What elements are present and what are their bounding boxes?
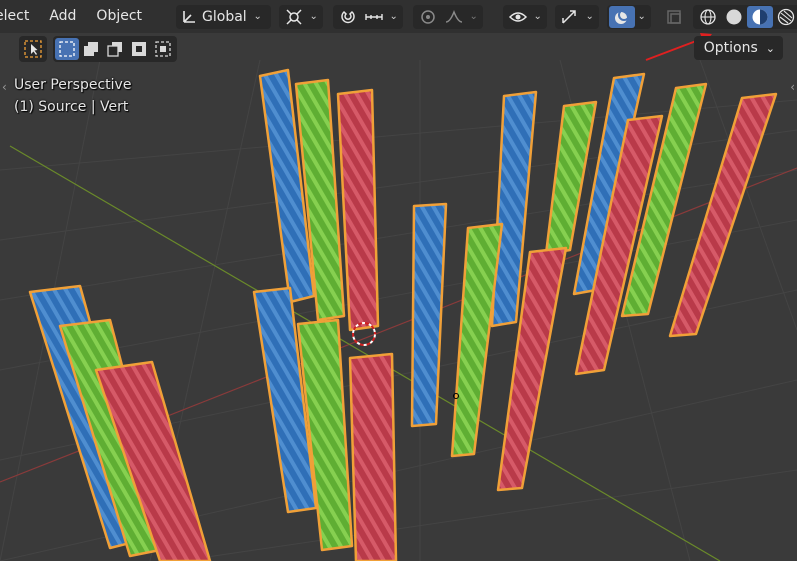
viewport-header: elect Add Object Global ⌄ ⌄ ⌄ ⌄ ⌄ bbox=[0, 0, 797, 33]
chevron-down-icon[interactable]: ⌄ bbox=[467, 6, 481, 28]
overlay-controls: ⌄ bbox=[606, 4, 651, 29]
select-cursor-icon[interactable] bbox=[21, 38, 45, 60]
falloff-icon[interactable] bbox=[441, 6, 467, 28]
visibility-icon bbox=[505, 6, 531, 28]
select-extend-icon[interactable] bbox=[79, 38, 103, 60]
xray-toggle[interactable] bbox=[659, 5, 689, 29]
material-preview-icon[interactable] bbox=[746, 5, 773, 28]
pivot-icon bbox=[281, 6, 307, 28]
select-box-icon[interactable] bbox=[55, 38, 79, 60]
select-invert-icon[interactable] bbox=[127, 38, 151, 60]
snap-icon[interactable] bbox=[335, 6, 361, 28]
wireframe-shading-icon[interactable] bbox=[695, 6, 721, 28]
select-intersect-icon[interactable] bbox=[151, 38, 175, 60]
chevron-down-icon: ⌄ bbox=[533, 11, 542, 22]
selection-mode-toolbar bbox=[19, 36, 177, 62]
cylinder-red bbox=[348, 352, 398, 561]
chevron-down-icon[interactable]: ⌄ bbox=[387, 6, 401, 28]
pivot-point-dropdown[interactable]: ⌄ bbox=[278, 4, 323, 29]
viewport-info-overlay: User Perspective (1) Source | Vert bbox=[14, 74, 131, 118]
cylinder-green bbox=[450, 222, 504, 458]
sidebar-expand-icon[interactable]: ‹ bbox=[790, 80, 795, 94]
select-subtract-icon[interactable] bbox=[103, 38, 127, 60]
options-label: Options bbox=[703, 40, 758, 56]
shading-mode-controls: ⌄ bbox=[692, 4, 797, 29]
snap-target-icon[interactable] bbox=[361, 6, 387, 28]
chevron-down-icon[interactable]: ⌄ bbox=[583, 6, 597, 28]
xray-icon bbox=[661, 6, 687, 28]
chevron-down-icon: ⌄ bbox=[765, 41, 775, 55]
cylinder-objects[interactable] bbox=[28, 68, 778, 561]
overlay-icon[interactable] bbox=[608, 5, 635, 28]
snap-controls: ⌄ bbox=[332, 4, 403, 29]
menu-object[interactable]: Object bbox=[86, 0, 152, 33]
transform-orientation-dropdown[interactable]: Global ⌄ bbox=[176, 4, 271, 29]
proportional-edit-controls: ⌄ bbox=[412, 4, 483, 29]
gizmo-controls: ⌄ bbox=[554, 4, 599, 29]
proportional-edit-icon[interactable] bbox=[415, 6, 441, 28]
menu-add[interactable]: Add bbox=[39, 0, 86, 33]
chevron-down-icon: ⌄ bbox=[253, 11, 262, 22]
options-dropdown[interactable]: Options ⌄ bbox=[693, 36, 783, 60]
rendered-shading-icon[interactable] bbox=[773, 6, 797, 28]
solid-shading-icon[interactable] bbox=[721, 6, 747, 28]
view-name: User Perspective bbox=[14, 77, 132, 93]
chevron-down-icon[interactable]: ⌄ bbox=[635, 6, 649, 28]
gizmo-icon[interactable] bbox=[557, 6, 583, 28]
toolbar-expand-icon[interactable]: ‹ bbox=[2, 80, 7, 94]
orientation-value: Global bbox=[202, 8, 247, 25]
visibility-dropdown[interactable]: ⌄ bbox=[502, 4, 547, 29]
object-info: (1) Source | Vert bbox=[14, 99, 129, 115]
transform-orientation-icon bbox=[183, 10, 196, 23]
menu-select[interactable]: elect bbox=[0, 0, 39, 33]
cylinder-blue bbox=[410, 202, 448, 428]
selection-mode-group bbox=[53, 36, 177, 62]
tool-select-group bbox=[19, 36, 47, 62]
cylinder-red bbox=[336, 88, 380, 332]
chevron-down-icon: ⌄ bbox=[309, 11, 318, 22]
